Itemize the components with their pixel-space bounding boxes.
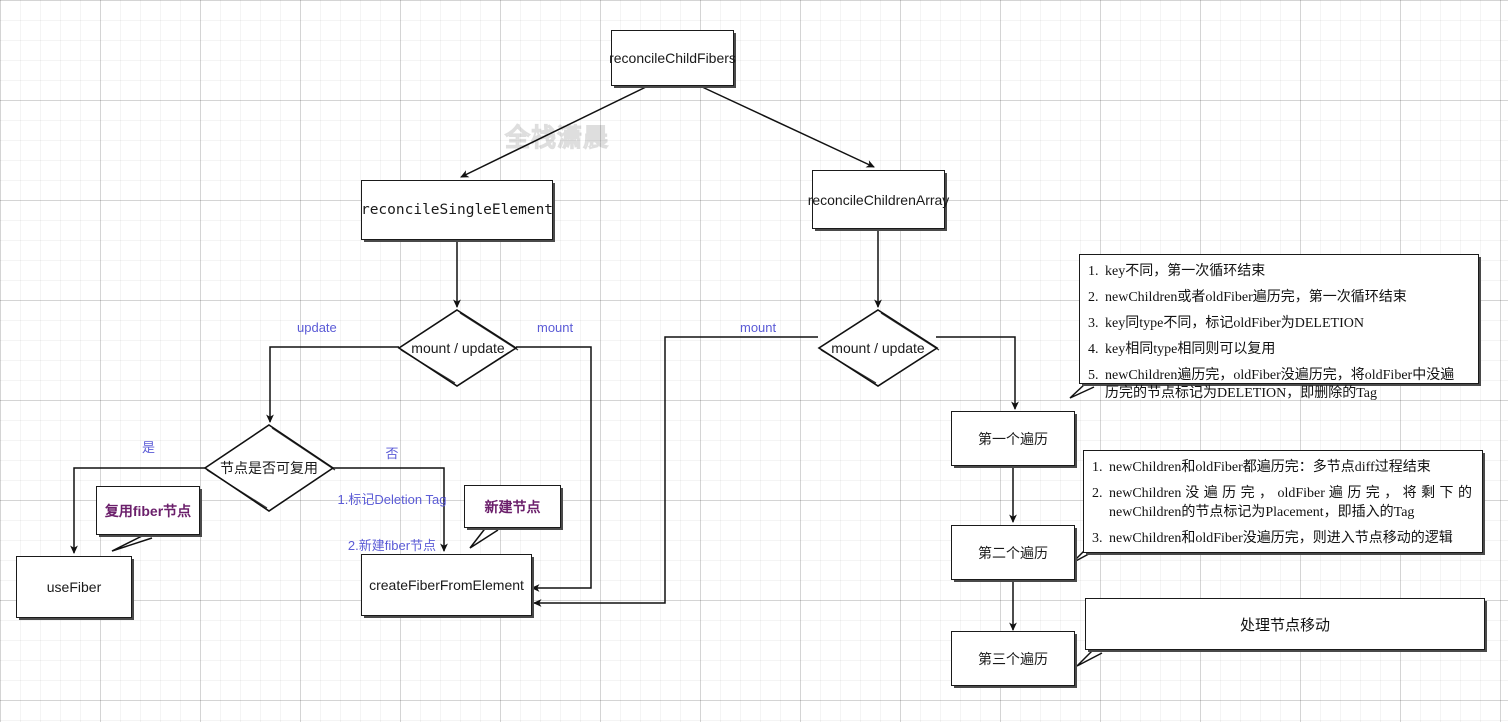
note-array-loop: 1. key不同，第一次循环结束 2. newChildren或者oldFibe… xyxy=(1079,254,1479,401)
node-reconcile-single-element[interactable]: reconcileSingleElement xyxy=(361,180,553,240)
decision-mount-update-left[interactable]: mount / update xyxy=(399,310,517,386)
note-item: 3. newChildren和oldFiber没遍历完，则进入节点移动的逻辑 xyxy=(1092,530,1472,549)
note-item: 3. key同type不同，标记oldFiber为DELETION xyxy=(1088,315,1468,334)
tail-new-node xyxy=(469,525,499,549)
decision-node-reusable[interactable]: 节点是否可复用 xyxy=(205,425,333,511)
node-reconcile-children-array[interactable]: reconcileChildrenArray xyxy=(808,170,949,229)
note-item-text: newChildren遍历完，oldFiber没遍历完，将oldFiber中没遍… xyxy=(1105,367,1455,402)
note-item-number: 4. xyxy=(1088,341,1099,357)
edge-label-no-line1: 否 xyxy=(385,445,399,461)
note-handle-move: 处理节点移动 xyxy=(1085,598,1485,650)
note-item-text: key不同，第一次循环结束 xyxy=(1105,264,1266,279)
callout-reuse-fiber: 复用fiber节点 xyxy=(96,486,200,535)
note-item: 5. newChildren遍历完，oldFiber没遍历完，将oldFiber… xyxy=(1088,367,1468,405)
node-third-traverse[interactable]: 第三个遍历 xyxy=(951,631,1075,686)
note-item-number: 2. xyxy=(1088,289,1099,305)
note-second-loop-list: 1. newChildren和oldFiber都遍历完：多节点diff过程结束 … xyxy=(1092,459,1472,549)
edge-label-no-line2: 1.标记Deletion Tag xyxy=(337,491,447,507)
note-item-number: 1. xyxy=(1088,264,1099,279)
decision-mount-update-right-label: mount / update xyxy=(831,340,925,356)
decision-mount-update-right[interactable]: mount / update xyxy=(819,310,937,386)
note-item-text: newChildren和oldFiber都遍历完：多节点diff过程结束 xyxy=(1109,460,1431,475)
edge-mount-right-to-createfiber xyxy=(533,336,818,607)
note-item: 4. key相同type相同则可以复用 xyxy=(1088,341,1468,360)
edge-label-yes: 是 xyxy=(142,440,156,455)
note-item-text: key相同type相同则可以复用 xyxy=(1105,341,1276,357)
edge-update-to-reusable xyxy=(266,346,399,423)
edge-label-no-group: 否 1.标记Deletion Tag 2.新建fiber节点 xyxy=(337,415,447,584)
note-item: 1. newChildren和oldFiber都遍历完：多节点diff过程结束 xyxy=(1092,459,1472,478)
node-use-fiber[interactable]: useFiber xyxy=(16,556,132,618)
edge-root-to-array xyxy=(699,85,875,168)
note-array-loop-list: 1. key不同，第一次循环结束 2. newChildren或者oldFibe… xyxy=(1088,263,1468,404)
note-item: 1. key不同，第一次循环结束 xyxy=(1088,263,1468,282)
node-first-traverse[interactable]: 第一个遍历 xyxy=(951,411,1075,466)
decision-node-reusable-label: 节点是否可复用 xyxy=(220,460,318,476)
tail-handle-move xyxy=(1076,648,1103,667)
note-item-number: 2. xyxy=(1092,485,1103,501)
watermark: 全栈潇晨 xyxy=(504,124,610,153)
edge-label-mount-left: mount xyxy=(537,320,574,335)
edge-mount-to-createfiber xyxy=(516,346,592,592)
note-item-number: 1. xyxy=(1092,460,1103,475)
note-item-number: 3. xyxy=(1092,530,1103,546)
note-item-text: newChildren或者oldFiber遍历完，第一次循环结束 xyxy=(1105,289,1407,305)
note-item: 2. newChildren或者oldFiber遍历完，第一次循环结束 xyxy=(1088,289,1468,308)
diagram-canvas: 全栈潇晨 reconcileChildFibers reconcileSingl… xyxy=(0,0,1508,722)
note-item-number: 5. xyxy=(1088,367,1099,383)
tail-reuse-fiber xyxy=(111,533,153,552)
edge-label-update-left: update xyxy=(297,320,337,335)
note-second-loop: 1. newChildren和oldFiber都遍历完：多节点diff过程结束 … xyxy=(1083,450,1483,553)
note-item: 2. newChildren 没 遍 历 完 ， oldFiber 遍 历 完 … xyxy=(1092,485,1472,523)
note-item-text: newChildren 没 遍 历 完 ， oldFiber 遍 历 完 ， 将… xyxy=(1109,485,1472,520)
decision-mount-update-left-label: mount / update xyxy=(411,340,505,356)
note-item-number: 3. xyxy=(1088,315,1099,331)
edge-label-mount-right: mount xyxy=(740,320,777,335)
node-second-traverse[interactable]: 第二个遍历 xyxy=(951,525,1075,580)
node-reconcile-child-fibers[interactable]: reconcileChildFibers xyxy=(609,30,736,86)
edge-decision-to-first-traverse xyxy=(936,336,1019,410)
edge-label-no-line3: 2.新建fiber节点 xyxy=(347,537,437,553)
note-item-text: newChildren和oldFiber没遍历完，则进入节点移动的逻辑 xyxy=(1109,530,1453,546)
note-item-text: key同type不同，标记oldFiber为DELETION xyxy=(1105,315,1364,331)
callout-new-node: 新建节点 xyxy=(464,485,561,528)
